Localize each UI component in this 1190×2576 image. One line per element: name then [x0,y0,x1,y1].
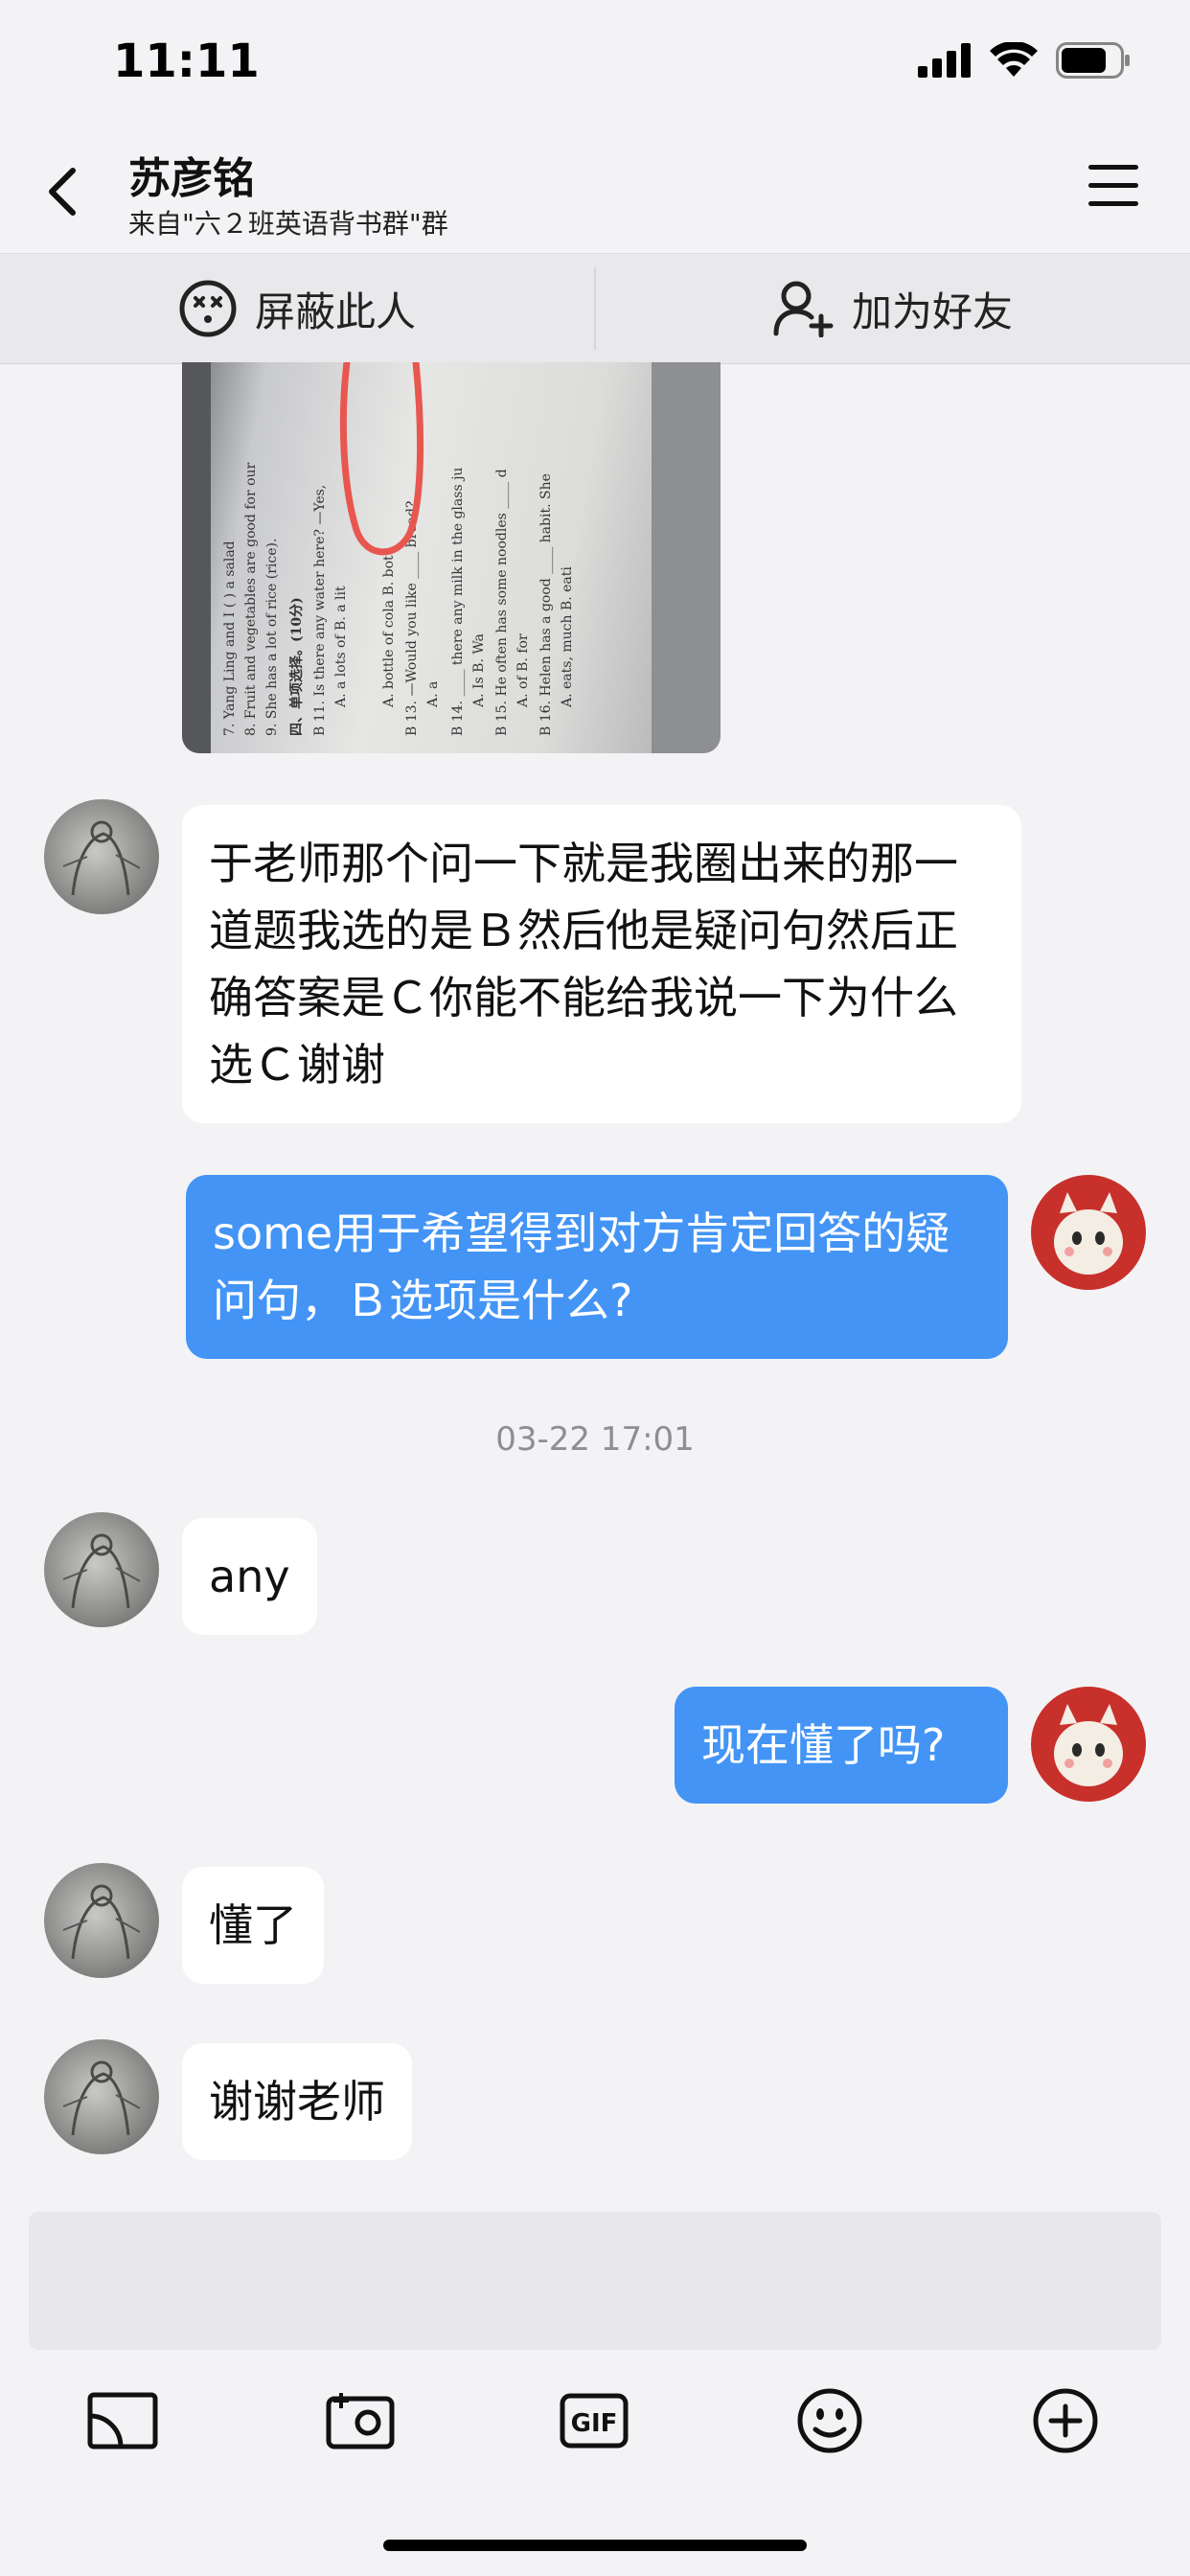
message-bubble[interactable]: 谢谢老师 [182,2043,412,2160]
block-user-label: 屏蔽此人 [254,288,416,335]
back-icon[interactable] [38,157,86,224]
sketch-avatar-icon [62,1884,141,1960]
sender-avatar[interactable] [44,799,159,914]
status-icons [918,42,1131,79]
cast-icon [87,2392,158,2450]
add-friend-label: 加为好友 [851,288,1013,335]
cellular-signal-icon [918,43,971,78]
gif-label: GIF [571,2409,618,2438]
wifi-icon [990,42,1038,77]
worksheet-line: A. a lots of B. a lit [333,586,349,708]
status-time: 11:11 [113,34,260,88]
my-avatar[interactable] [1031,1175,1146,1290]
worksheet-line: A. bottle of cola B. bott [381,549,397,708]
sender-avatar[interactable] [44,1512,159,1627]
message-bubble[interactable]: 现在懂了吗? [675,1687,1008,1804]
sketch-avatar-icon [62,820,141,896]
sender-avatar[interactable] [44,1863,159,1978]
sketch-avatar-icon [62,2060,141,2136]
worksheet-line: 9. She has a lot of rice (rice). [264,539,280,736]
gif-button[interactable]: GIF [546,2373,642,2469]
status-bar: 11:11 [0,0,1190,134]
block-face-icon [179,280,237,337]
gif-icon: GIF [560,2393,629,2449]
worksheet-line: A. a [425,681,441,708]
worksheet-line: 8. Fruit and vegetables are good for our [243,462,259,736]
composer: GIF [0,2212,1190,2576]
worksheet-line: B 11. Is there any water here? —Yes, [312,485,328,736]
menu-icon[interactable] [1088,165,1138,209]
cat-avatar-icon [1054,1192,1123,1275]
message-list[interactable]: 7. Yang Ling and I ( ) a salad 8. Fruit … [0,362,1190,2212]
message-bubble[interactable]: 于老师那个问一下就是我圈出来的那一道题我选的是Ｂ然后他是疑问句然后正确答案是Ｃ你… [182,805,1021,1123]
worksheet-line: B 14. ____ there any milk in the glass j… [450,468,466,736]
add-person-icon [773,281,834,337]
worksheet-line: 7. Yang Ling and I ( ) a salad [222,540,238,736]
emoji-icon [797,2388,862,2453]
camera-button[interactable] [312,2373,408,2469]
composer-toolbar: GIF [0,2373,1190,2469]
worksheet-photo: 7. Yang Ling and I ( ) a salad 8. Fruit … [182,362,721,753]
worksheet-line: 四、单项选择。(10分) [288,597,305,736]
my-avatar[interactable] [1031,1687,1146,1802]
worksheet-line: A. of B. for [515,633,531,708]
contact-source: 来自"六２班英语背书群"群 [128,208,448,240]
sender-avatar[interactable] [44,2039,159,2154]
worksheet-line: B 16. Helen has a good ____ habit. She [538,473,554,736]
message-input[interactable] [29,2212,1161,2350]
message-bubble[interactable]: some用于希望得到对方肯定回答的疑问句，Ｂ选项是什么? [186,1175,1008,1359]
message-bubble[interactable]: any [182,1518,317,1635]
sketch-avatar-icon [62,1533,141,1609]
contact-name: 苏彦铭 [128,154,255,203]
worksheet-line: A. Is B. Wa [471,633,487,708]
camera-icon [326,2393,395,2450]
message-timestamp: 03-22 17:01 [495,1420,695,1459]
worksheet-line: A. eats, much B. eati [560,566,575,708]
image-message[interactable]: 7. Yang Ling and I ( ) a salad 8. Fruit … [182,362,721,753]
cat-avatar-icon [1054,1704,1123,1786]
more-button[interactable] [1018,2373,1113,2469]
cast-button[interactable] [75,2373,171,2469]
battery-icon [1056,42,1130,79]
plus-circle-icon [1033,2388,1098,2453]
message-bubble[interactable]: 懂了 [182,1867,324,1984]
emoji-button[interactable] [782,2373,878,2469]
worksheet-line: B 15. He often has some noodles ____ d [494,469,510,736]
add-friend-button[interactable]: 加为好友 [596,254,1190,363]
chat-header: 苏彦铭 来自"六２班英语背书群"群 [0,134,1190,253]
block-user-button[interactable]: 屏蔽此人 [0,254,594,363]
action-bar: 屏蔽此人 加为好友 [0,253,1190,364]
home-indicator [383,2540,807,2551]
